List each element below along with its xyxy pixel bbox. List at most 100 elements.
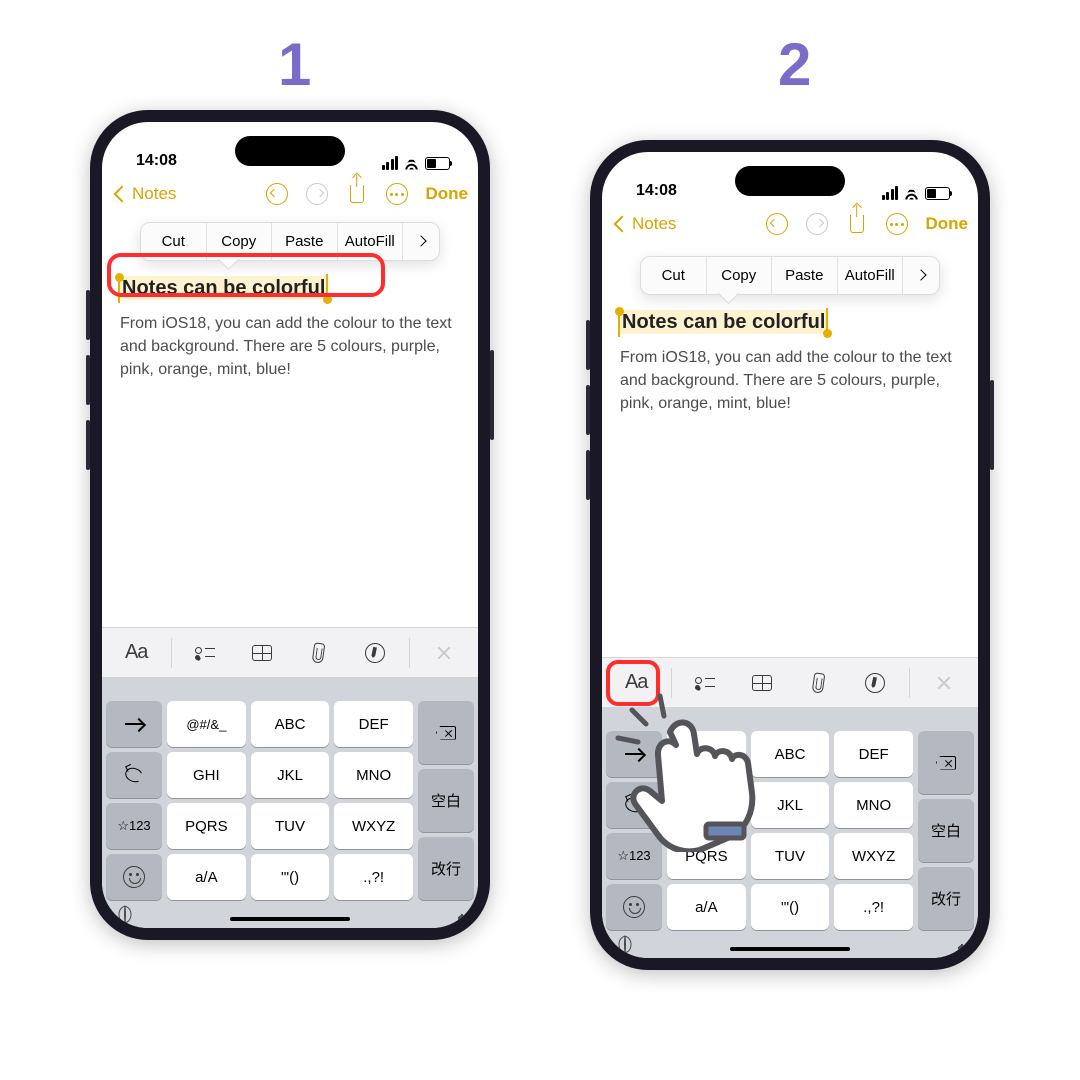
selection-handle-end[interactable] [323, 295, 332, 304]
format-markup-button[interactable] [353, 635, 397, 671]
share-button[interactable] [844, 211, 870, 237]
key-r1c3[interactable]: DEF [834, 731, 913, 777]
more-button[interactable] [384, 181, 410, 207]
note-title[interactable]: Notes can be colorful [620, 310, 827, 334]
key-123[interactable]: ☆123 [606, 833, 662, 879]
format-table-button[interactable] [740, 665, 784, 701]
format-table-button[interactable] [240, 635, 284, 671]
menu-paste[interactable]: Paste [272, 223, 338, 260]
menu-autofill[interactable]: AutoFill [338, 223, 404, 260]
undo-button[interactable] [764, 211, 790, 237]
key-r2c3[interactable]: MNO [334, 752, 413, 798]
note-title[interactable]: Notes can be colorful [120, 276, 327, 300]
format-close-button[interactable] [922, 665, 966, 701]
key-next[interactable] [106, 701, 162, 747]
note-body[interactable]: From iOS18, you can add the colour to th… [620, 346, 960, 416]
home-indicator[interactable] [730, 947, 850, 952]
back-button[interactable]: Notes [608, 214, 676, 234]
key-r1c3[interactable]: DEF [334, 701, 413, 747]
key-r2c2[interactable]: JKL [251, 752, 330, 798]
key-r4c3[interactable]: .,?! [334, 854, 413, 900]
key-r1c1[interactable]: @#/&_ [167, 701, 246, 747]
menu-more[interactable] [903, 257, 939, 294]
format-checklist-button[interactable] [183, 635, 227, 671]
key-backspace[interactable] [918, 731, 974, 794]
key-r4c3[interactable]: .,?! [834, 884, 913, 930]
dynamic-island [735, 166, 845, 196]
key-backspace[interactable] [418, 701, 474, 764]
backspace-icon [436, 726, 456, 740]
key-r3c2[interactable]: TUV [751, 833, 830, 879]
nav-bar: Notes Done [102, 172, 478, 216]
key-r4c1[interactable]: a/A [167, 854, 246, 900]
key-space[interactable]: 空白 [918, 799, 974, 862]
key-r3c3[interactable]: WXYZ [834, 833, 913, 879]
format-close-button[interactable] [422, 635, 466, 671]
key-space[interactable]: 空白 [418, 769, 474, 832]
table-icon [752, 675, 772, 691]
back-button[interactable]: Notes [108, 184, 176, 204]
key-r3c3[interactable]: WXYZ [334, 803, 413, 849]
globe-icon [124, 905, 126, 924]
format-attach-button[interactable] [296, 635, 340, 671]
key-123[interactable]: ☆123 [106, 803, 162, 849]
format-attach-button[interactable] [796, 665, 840, 701]
menu-paste[interactable]: Paste [772, 257, 838, 294]
key-undo[interactable] [606, 782, 662, 828]
selection-handle-end[interactable] [823, 329, 832, 338]
format-checklist-button[interactable] [683, 665, 727, 701]
key-r1c1[interactable]: @#/&_ [667, 731, 746, 777]
key-r2c3[interactable]: MNO [834, 782, 913, 828]
key-r4c2[interactable]: '"() [251, 854, 330, 900]
menu-cut[interactable]: Cut [641, 257, 707, 294]
menu-copy[interactable]: Copy [707, 257, 773, 294]
menu-more[interactable] [403, 223, 439, 260]
key-r2c1[interactable]: GHI [167, 752, 246, 798]
status-time: 14:08 [136, 152, 177, 170]
home-indicator[interactable] [230, 917, 350, 922]
key-return[interactable]: 改行 [918, 867, 974, 930]
paperclip-icon [811, 672, 825, 693]
undo-button[interactable] [264, 181, 290, 207]
key-next[interactable] [606, 731, 662, 777]
note-body[interactable]: From iOS18, you can add the colour to th… [120, 312, 460, 382]
undo-icon [123, 765, 145, 784]
format-text-button[interactable]: Aa [114, 635, 158, 671]
key-r1c2[interactable]: ABC [751, 731, 830, 777]
selection-handle-start[interactable] [615, 307, 624, 316]
menu-cut[interactable]: Cut [141, 223, 207, 260]
key-r4c1[interactable]: a/A [667, 884, 746, 930]
more-button[interactable] [884, 211, 910, 237]
key-r4c2[interactable]: '"() [751, 884, 830, 930]
done-button[interactable]: Done [426, 184, 469, 204]
redo-button[interactable] [804, 211, 830, 237]
key-r1c2[interactable]: ABC [251, 701, 330, 747]
key-globe[interactable] [124, 906, 126, 924]
key-r3c1[interactable]: PQRS [167, 803, 246, 849]
key-return[interactable]: 改行 [418, 837, 474, 900]
table-icon [252, 645, 272, 661]
menu-copy[interactable]: Copy [207, 223, 273, 260]
format-text-button[interactable]: Aa [614, 665, 658, 701]
key-undo[interactable] [106, 752, 162, 798]
edit-menu: Cut Copy Paste AutoFill [640, 256, 940, 295]
key-r2c2[interactable]: JKL [751, 782, 830, 828]
redo-button[interactable] [304, 181, 330, 207]
key-globe[interactable] [624, 936, 626, 954]
phone-1: 14:08 Notes Done [90, 110, 490, 940]
key-r3c2[interactable]: TUV [251, 803, 330, 849]
share-button[interactable] [344, 181, 370, 207]
note-content[interactable]: Notes can be colorful From iOS18, you ca… [102, 261, 478, 627]
key-emoji[interactable] [606, 884, 662, 930]
note-content[interactable]: Notes can be colorful From iOS18, you ca… [602, 295, 978, 657]
done-button[interactable]: Done [926, 214, 969, 234]
close-icon [436, 645, 452, 661]
key-emoji[interactable] [106, 854, 162, 900]
selection-handle-start[interactable] [115, 273, 124, 282]
format-markup-button[interactable] [853, 665, 897, 701]
key-r3c1[interactable]: PQRS [667, 833, 746, 879]
step-number-2: 2 [778, 30, 811, 99]
key-r2c1[interactable]: GHI [667, 782, 746, 828]
menu-autofill[interactable]: AutoFill [838, 257, 904, 294]
checklist-icon [695, 675, 715, 691]
